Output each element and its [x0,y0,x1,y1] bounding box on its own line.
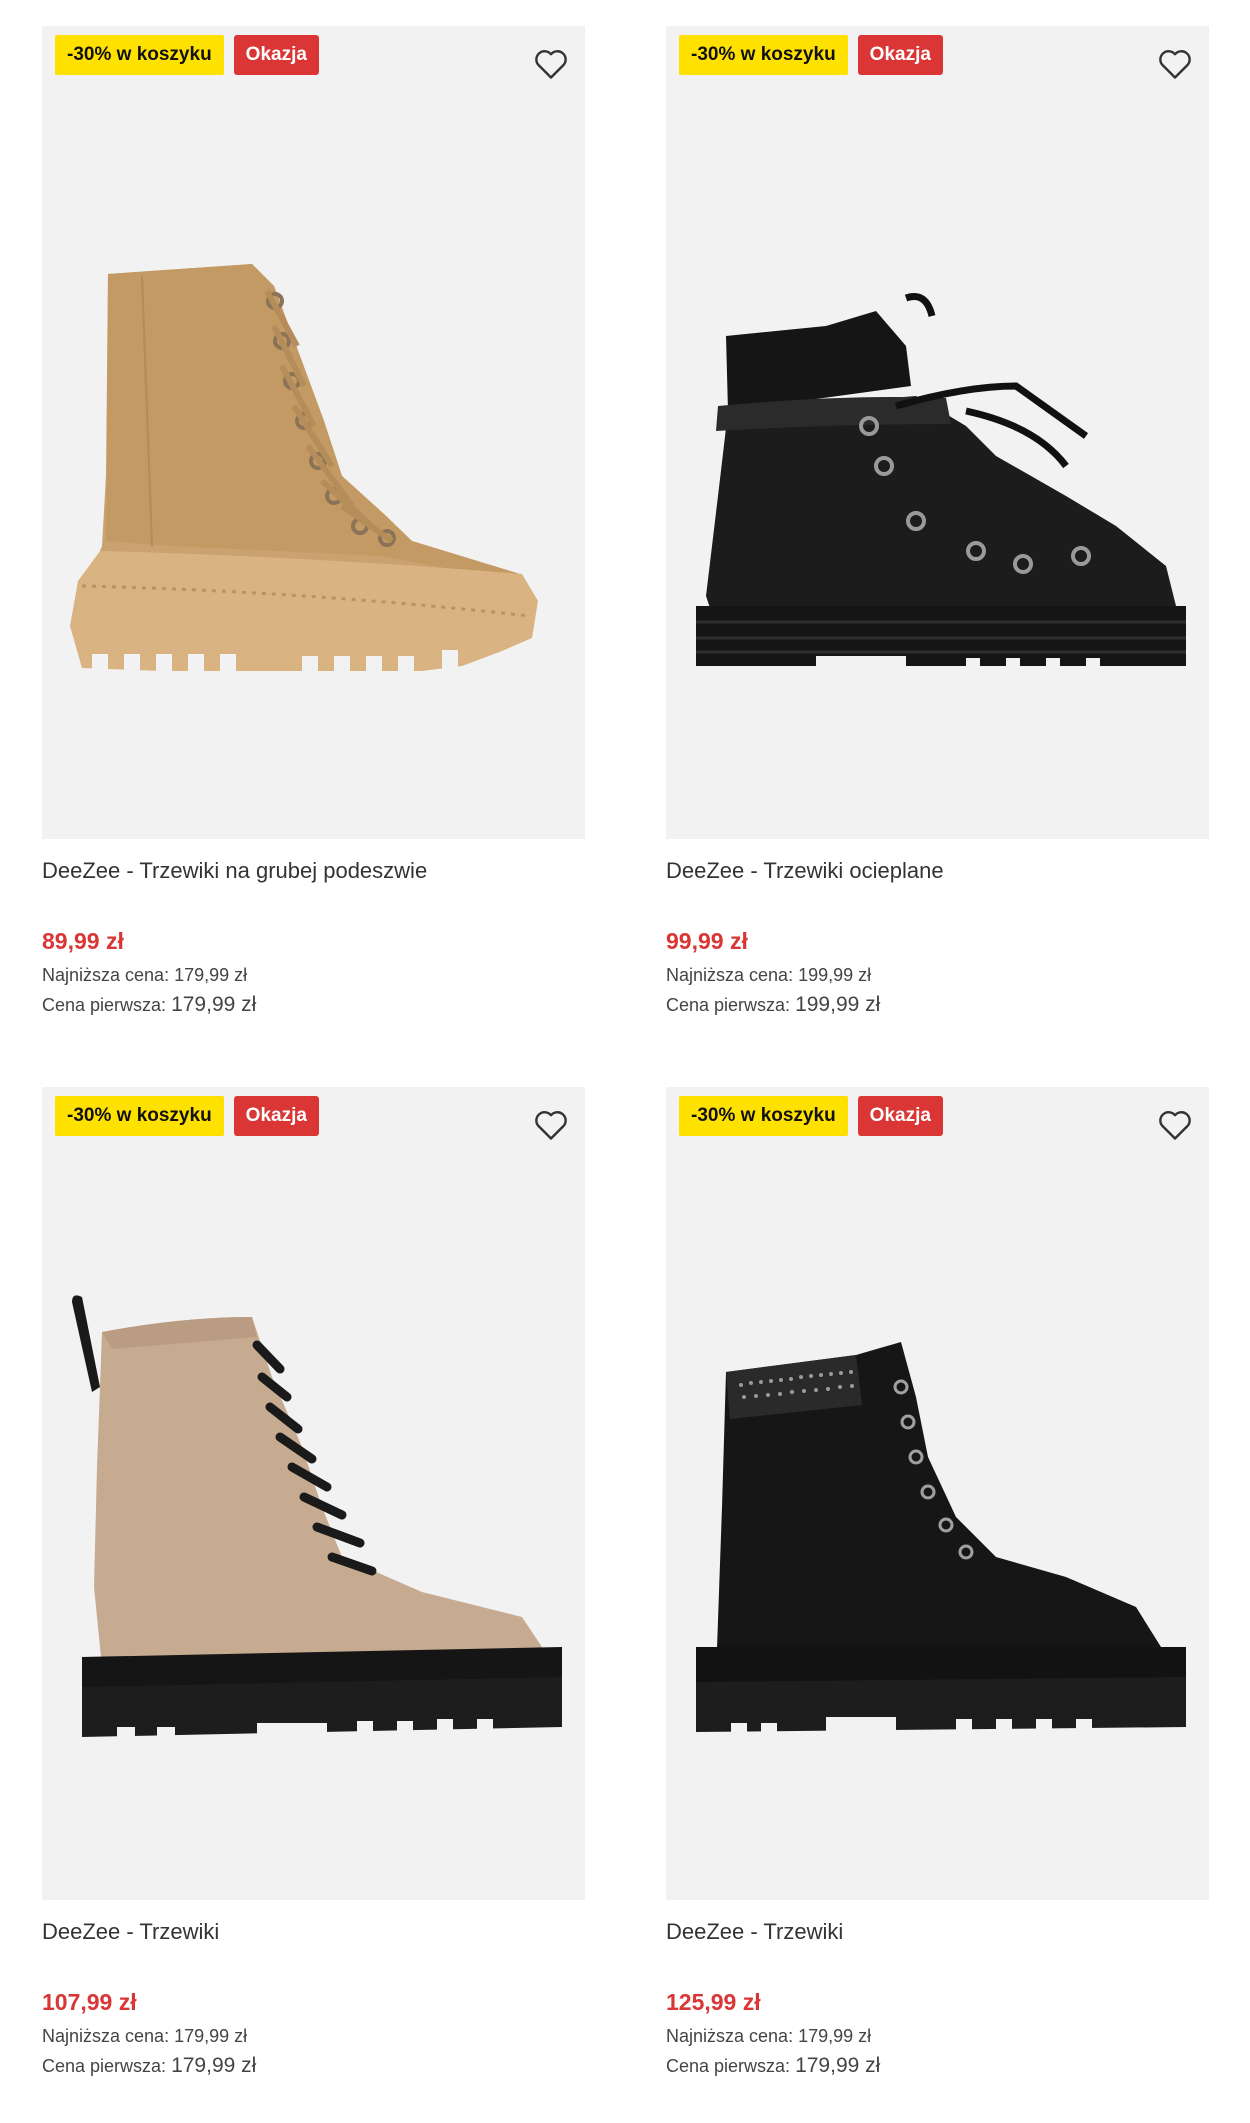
discount-badge: -30% w koszyku [55,1096,224,1136]
black-rhinestone-boot-image [696,1342,1186,1737]
heart-outline-icon[interactable] [531,44,571,84]
product-image[interactable]: -30% w koszyku Okazja [42,26,585,839]
first-price-value: 179,99 zł [171,993,257,1016]
deal-badge: Okazja [857,35,943,75]
discount-badge: -30% w koszyku [55,35,224,75]
discount-badge: -30% w koszyku [679,35,848,75]
product-card[interactable]: -30% w koszyku Okazja DeeZee - Trzewiki … [666,1087,1209,2079]
lowest-price: Najniższa cena: 179,99 zł [666,2023,1209,2049]
deal-badge: Okazja [233,1096,319,1136]
product-card[interactable]: -30% w koszyku Okazja DeeZee - Trzewiki … [42,1087,585,2079]
lowest-price-value: 199,99 zł [798,965,872,985]
lowest-price-label: Najniższa cena: [666,965,794,985]
first-price-label: Cena pierwsza: [42,995,167,1015]
badge-group: -30% w koszyku Okazja [679,35,943,75]
black-padded-boot-image [696,293,1186,670]
lowest-price-value: 179,99 zł [174,965,248,985]
heart-outline-icon[interactable] [1155,1105,1195,1145]
first-price: Cena pierwsza: 179,99 zł [42,2053,585,2079]
lowest-price-label: Najniższa cena: [42,2026,170,2046]
first-price-label: Cena pierwsza: [666,2056,791,2076]
product-image[interactable]: -30% w koszyku Okazja [42,1087,585,1900]
first-price-value: 179,99 zł [795,2054,881,2077]
product-price: 99,99 zł [666,928,748,954]
first-price-value: 199,99 zł [795,993,881,1016]
heart-outline-icon[interactable] [531,1105,571,1145]
lowest-price: Najniższa cena: 199,99 zł [666,962,1209,988]
first-price-value: 179,99 zł [171,2054,257,2077]
deal-badge: Okazja [233,35,319,75]
product-price: 125,99 zł [666,1989,761,2015]
lowest-price-label: Najniższa cena: [666,2026,794,2046]
product-title[interactable]: DeeZee - Trzewiki ocieplane [666,856,1209,886]
tan-platform-boot-image [70,264,538,674]
product-price: 89,99 zł [42,928,124,954]
product-image[interactable]: -30% w koszyku Okazja [666,26,1209,839]
first-price-label: Cena pierwsza: [42,2056,167,2076]
lowest-price: Najniższa cena: 179,99 zł [42,962,585,988]
lowest-price-label: Najniższa cena: [42,965,170,985]
lowest-price: Najniższa cena: 179,99 zł [42,2023,585,2049]
badge-group: -30% w koszyku Okazja [55,35,319,75]
product-card[interactable]: -30% w koszyku Okazja DeeZee - Trzewiki … [42,26,585,1018]
badge-group: -30% w koszyku Okazja [679,1096,943,1136]
deal-badge: Okazja [857,1096,943,1136]
first-price-label: Cena pierwsza: [666,995,791,1015]
first-price: Cena pierwsza: 179,99 zł [666,2053,1209,2079]
product-title[interactable]: DeeZee - Trzewiki [666,1917,1209,1947]
product-card[interactable]: -30% w koszyku Okazja DeeZee - Trzewiki … [666,26,1209,1018]
first-price: Cena pierwsza: 199,99 zł [666,992,1209,1018]
product-image[interactable]: -30% w koszyku Okazja [666,1087,1209,1900]
product-title[interactable]: DeeZee - Trzewiki na grubej podeszwie [42,856,585,886]
lowest-price-value: 179,99 zł [174,2026,248,2046]
first-price: Cena pierwsza: 179,99 zł [42,992,585,1018]
product-price: 107,99 zł [42,1989,137,2015]
product-grid: -30% w koszyku Okazja DeeZee - Trzewiki … [0,0,1250,2123]
heart-outline-icon[interactable] [1155,44,1195,84]
product-title[interactable]: DeeZee - Trzewiki [42,1917,585,1947]
badge-group: -30% w koszyku Okazja [55,1096,319,1136]
beige-combat-boot-image [72,1295,562,1741]
lowest-price-value: 179,99 zł [798,2026,872,2046]
discount-badge: -30% w koszyku [679,1096,848,1136]
